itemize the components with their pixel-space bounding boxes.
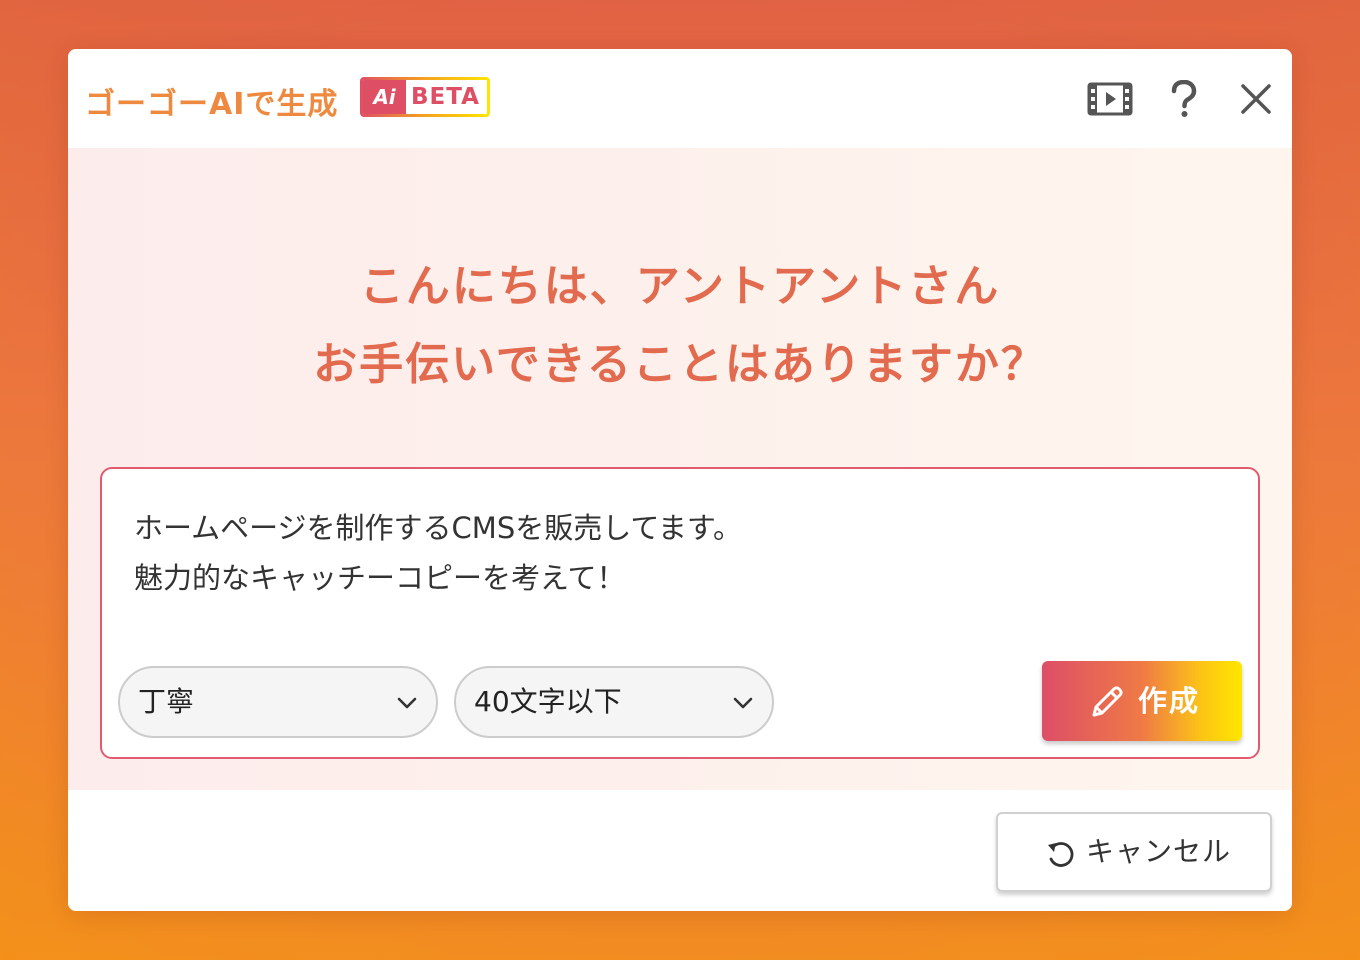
- pencil-icon: [1092, 686, 1123, 717]
- dialog-body: こんにちは、アントアントさん お手伝いできることはありますか？ ホームページを制…: [68, 148, 1292, 790]
- close-icon: [1241, 84, 1271, 114]
- greeting-message: こんにちは、アントアントさん お手伝いできることはありますか？: [68, 248, 1292, 404]
- video-tutorial-button[interactable]: [1086, 79, 1134, 119]
- dialog-footer: キャンセル: [68, 790, 1292, 911]
- ai-logo-icon: Ai: [363, 80, 406, 114]
- cancel-button-label: キャンセル: [1086, 835, 1232, 868]
- prompt-textarea[interactable]: ホームページを制作するCMSを販売してます。 魅力的なキャッチーコピーを考えて！: [134, 503, 1214, 603]
- help-button[interactable]: [1160, 79, 1208, 119]
- length-select-value: 40文字以下: [474, 685, 622, 718]
- length-select[interactable]: 40文字以下: [454, 666, 774, 738]
- help-icon: [1171, 80, 1197, 117]
- create-button[interactable]: 作成: [1042, 661, 1242, 741]
- dialog-title: ゴーゴーAIで生成: [85, 87, 339, 122]
- video-icon: [1087, 82, 1133, 116]
- close-button[interactable]: [1232, 79, 1280, 119]
- beta-label: BETA: [411, 84, 480, 110]
- tone-select-value: 丁寧: [138, 685, 195, 718]
- undo-icon: [1048, 842, 1074, 867]
- prompt-panel: ホームページを制作するCMSを販売してます。 魅力的なキャッチーコピーを考えて！…: [100, 467, 1260, 759]
- tone-select[interactable]: 丁寧: [118, 666, 438, 738]
- ai-generate-dialog: ゴーゴーAIで生成 Ai BETA こんにちは、アントアントさん お手伝いできる…: [68, 49, 1292, 911]
- greeting-line-1: こんにちは、アントアントさん: [359, 261, 1001, 312]
- chevron-down-icon: [733, 697, 753, 709]
- greeting-line-2: お手伝いできることはありますか？: [313, 339, 1047, 390]
- beta-badge: Ai BETA: [360, 77, 490, 117]
- create-button-label: 作成: [1138, 684, 1201, 718]
- dialog-header: ゴーゴーAIで生成 Ai BETA: [68, 49, 1292, 148]
- chevron-down-icon: [397, 697, 417, 709]
- cancel-button[interactable]: キャンセル: [996, 812, 1272, 892]
